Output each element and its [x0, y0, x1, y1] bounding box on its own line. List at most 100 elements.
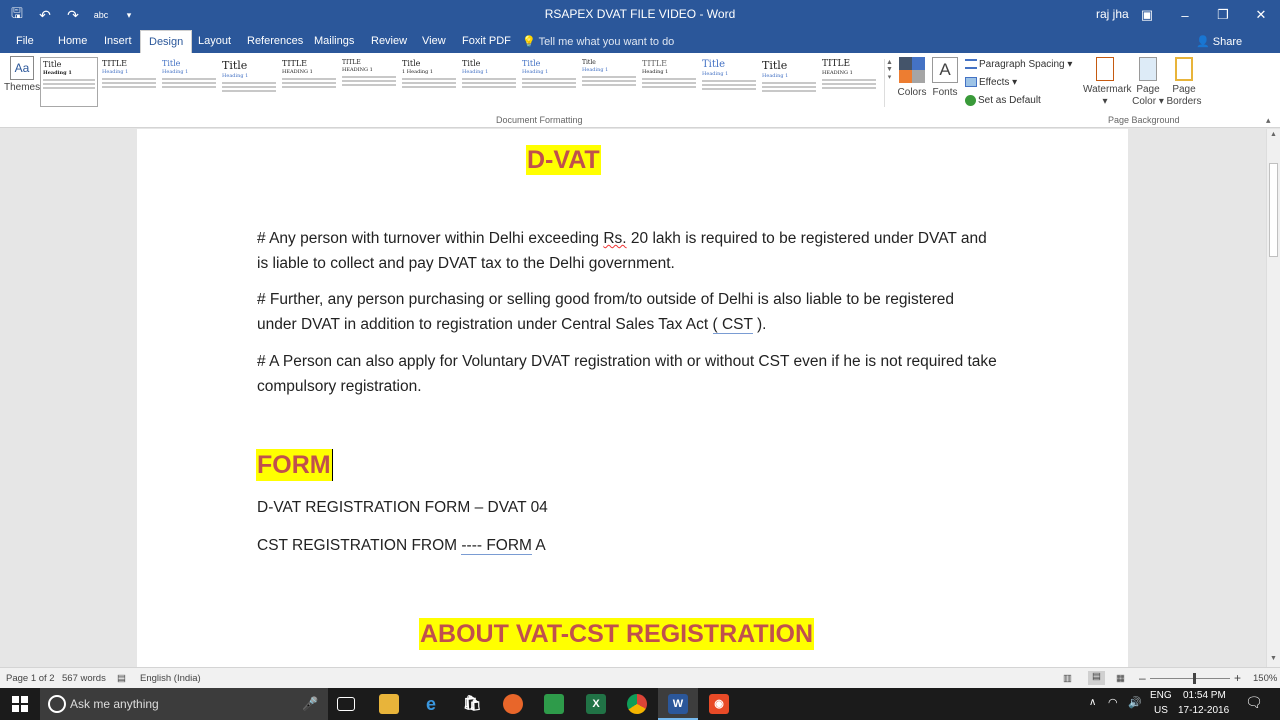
scroll-down-icon[interactable]: ▼ — [1270, 655, 1277, 662]
zoom-in-button[interactable]: + — [1234, 671, 1241, 685]
style-set-thumb[interactable]: Title Heading 1 — [160, 57, 218, 107]
style-set-thumb[interactable]: Title Heading 1 — [40, 57, 98, 107]
style-set-thumb[interactable]: Title Heading 1 — [220, 57, 278, 107]
close-icon[interactable]: ✕ — [1242, 0, 1280, 30]
style-set-thumb[interactable]: Title Heading 1 — [700, 57, 758, 107]
user-name[interactable]: raj jha — [1096, 7, 1129, 21]
keyboard-layout[interactable]: US — [1154, 705, 1168, 716]
set-as-default-button[interactable]: Set as Default — [965, 92, 1072, 110]
tab-home[interactable]: Home — [50, 30, 95, 53]
watermark-button[interactable]: Watermark ▾ — [1083, 57, 1132, 108]
microphone-icon[interactable]: 🎤 — [302, 696, 318, 712]
firefox-icon[interactable] — [503, 694, 523, 714]
style-set-title: Title — [43, 60, 62, 69]
zoom-slider[interactable] — [1150, 678, 1230, 679]
gallery-more-icon[interactable]: ▲ ▼ ▾ — [884, 59, 894, 107]
volume-icon[interactable]: 🔊 — [1128, 696, 1142, 709]
edge-icon[interactable]: e — [421, 694, 441, 714]
maximize-icon[interactable]: ❐ — [1204, 0, 1242, 30]
style-set-title: Title — [522, 59, 541, 68]
page-count[interactable]: Page 1 of 2 — [6, 673, 55, 684]
document-formatting-label: Document Formatting — [496, 115, 583, 125]
style-set-thumb[interactable]: Title Heading 1 — [460, 57, 518, 107]
fonts-button[interactable]: A Fonts — [928, 57, 962, 98]
ribbon-tabs: File Home Insert Design Layout Reference… — [0, 30, 1280, 53]
style-set-thumb[interactable]: TITLE Heading 1 — [100, 57, 158, 107]
start-button[interactable] — [0, 688, 40, 720]
read-mode-icon[interactable]: ▥ — [1063, 673, 1072, 684]
word-count[interactable]: 567 words — [62, 673, 106, 684]
tab-design[interactable]: Design — [140, 30, 193, 53]
page-borders-label: Page — [1172, 84, 1196, 95]
clock-time[interactable]: 01:54 PM — [1183, 690, 1226, 701]
action-center-icon[interactable]: 🗨 — [1245, 694, 1263, 711]
windows-logo-icon — [12, 696, 28, 712]
style-set-heading: Heading 1 — [102, 69, 129, 75]
tab-insert[interactable]: Insert — [96, 30, 140, 53]
page-background-label: Page Background — [1108, 115, 1180, 125]
scrollbar-thumb[interactable] — [1269, 163, 1278, 257]
style-set-thumb[interactable]: Title Heading 1 — [580, 57, 638, 107]
style-set-thumb[interactable]: Title 1 Heading 1 — [400, 57, 458, 107]
chrome-icon[interactable] — [627, 694, 647, 714]
scroll-up-icon[interactable]: ▲ — [1270, 131, 1277, 138]
zoom-slider-handle[interactable] — [1193, 673, 1196, 684]
paragraph-spacing-button[interactable]: Paragraph Spacing ▾ — [965, 56, 1072, 74]
search-placeholder: Ask me anything — [70, 697, 159, 711]
style-set-heading: Heading 1 — [702, 71, 729, 77]
style-set-thumb[interactable]: TITLE Heading 1 — [640, 57, 698, 107]
tab-references[interactable]: References — [239, 30, 311, 53]
style-set-title: Title — [222, 59, 248, 72]
style-set-heading: Heading 1 — [162, 69, 189, 75]
style-set-title: Title — [162, 59, 181, 68]
style-set-thumb[interactable]: Title Heading 1 — [520, 57, 578, 107]
minimize-icon[interactable]: – — [1166, 0, 1204, 30]
word-taskbar-button[interactable]: W — [658, 688, 698, 720]
document-page[interactable]: D-VAT # Any person with turnover within … — [137, 129, 1128, 667]
proofing-icon[interactable]: ▤ — [117, 673, 126, 684]
cortana-search-box[interactable]: Ask me anything 🎤 — [40, 688, 328, 720]
language-indicator[interactable]: ENG — [1150, 690, 1172, 701]
screen-recorder-icon[interactable]: ◉ — [709, 694, 729, 714]
style-set-title: Title — [582, 59, 596, 66]
tab-review[interactable]: Review — [363, 30, 415, 53]
themes-button[interactable]: Aa Themes — [4, 56, 40, 116]
task-view-icon[interactable] — [337, 697, 355, 711]
excel-icon[interactable]: X — [586, 694, 606, 714]
ribbon-display-icon[interactable]: ▣ — [1128, 0, 1166, 30]
tab-mailings[interactable]: Mailings — [306, 30, 362, 53]
tell-me-box[interactable]: 💡 Tell me what you want to do — [522, 35, 674, 48]
photos-icon[interactable] — [544, 694, 564, 714]
style-set-title: TITLE — [822, 59, 851, 69]
style-set-heading: Heading 1 — [582, 67, 609, 73]
language-status[interactable]: English (India) — [140, 673, 201, 684]
clock-date[interactable]: 17-12-2016 — [1178, 705, 1229, 716]
tab-foxit-pdf[interactable]: Foxit PDF — [454, 30, 519, 53]
effects-label: Effects — [979, 77, 1010, 88]
store-icon[interactable]: 🛍 — [462, 694, 482, 714]
style-set-thumb[interactable]: TITLE HEADING 1 — [340, 57, 398, 107]
style-set-heading: Heading 1 — [642, 69, 669, 75]
style-set-thumb[interactable]: TITLE HEADING 1 — [280, 57, 338, 107]
file-explorer-icon[interactable] — [379, 694, 399, 714]
style-set-thumb[interactable]: TITLE HEADING 1 — [820, 57, 878, 107]
wifi-icon[interactable]: ◠ — [1108, 696, 1118, 709]
zoom-level[interactable]: 150% — [1253, 673, 1277, 684]
tell-me-label: Tell me what you want to do — [538, 36, 675, 48]
show-hidden-icons-icon[interactable]: ∧ — [1089, 697, 1096, 708]
zoom-out-button[interactable]: – — [1139, 671, 1146, 685]
share-button[interactable]: 👤 Share — [1196, 35, 1242, 48]
collapse-ribbon-icon[interactable]: ▴ — [1266, 115, 1271, 126]
web-layout-icon[interactable]: ▦ — [1116, 673, 1125, 684]
tab-view[interactable]: View — [414, 30, 454, 53]
tab-file[interactable]: File — [8, 30, 42, 53]
colors-icon — [899, 57, 925, 83]
vertical-scrollbar[interactable]: ▲ ▼ — [1266, 129, 1280, 667]
tab-layout[interactable]: Layout — [190, 30, 239, 53]
style-set-thumb[interactable]: Title Heading 1 — [760, 57, 818, 107]
print-layout-icon[interactable]: ▤ — [1088, 671, 1105, 685]
style-set-heading: HEADING 1 — [822, 70, 853, 76]
page-borders-button[interactable]: Page Borders — [1162, 57, 1206, 108]
effects-button[interactable]: Effects ▾ — [965, 74, 1072, 92]
colors-button[interactable]: Colors — [895, 57, 929, 98]
